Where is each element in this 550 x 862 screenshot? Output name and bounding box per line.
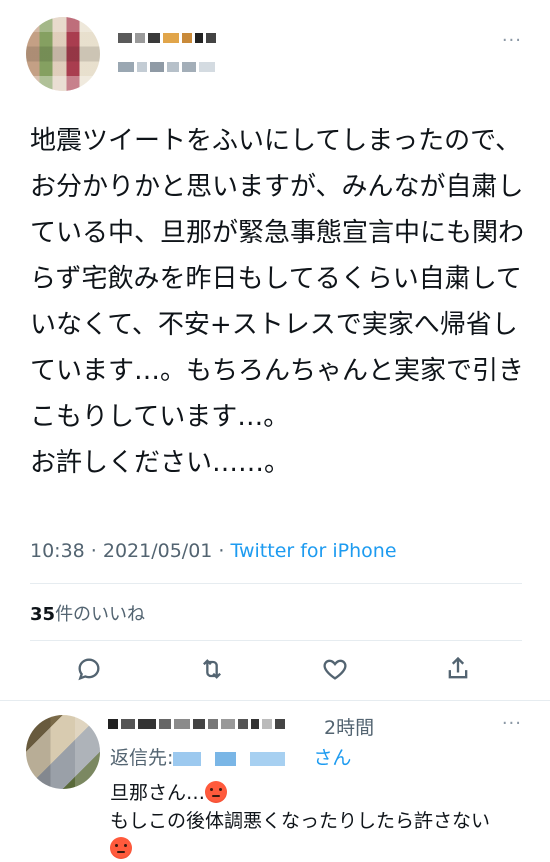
reply-icon[interactable] (75, 655, 107, 687)
angry-face-emoji-icon (110, 837, 132, 859)
replying-to-suffix[interactable]: さん (313, 747, 351, 769)
like-icon[interactable] (321, 655, 353, 687)
display-name-redacted[interactable] (118, 33, 216, 43)
tweet-text: 地震ツイートをふいにしてしまったので、お分かりかと思いますが、みんなが自粛してい… (30, 126, 525, 478)
divider (30, 640, 522, 641)
retweet-icon[interactable] (198, 655, 230, 687)
divider (30, 583, 522, 584)
replying-to-label: 返信先: (110, 747, 174, 769)
tweet-metadata: 10:38 · 2021/05/01 · Twitter for iPhone (30, 540, 397, 562)
more-options-icon[interactable]: ··· (502, 713, 522, 734)
likes-count[interactable]: 35件のいいね (30, 600, 145, 626)
replying-to-user-redacted[interactable] (173, 751, 314, 766)
replying-to: 返信先: さん (110, 743, 351, 770)
main-tweet: ··· 地震ツイートをふいにしてしまったので、お分かりかと思いますが、みんなが自… (0, 0, 550, 701)
tweet-source-link[interactable]: Twitter for iPhone (231, 540, 397, 562)
avatar[interactable] (26, 17, 100, 91)
username-redacted[interactable] (118, 62, 215, 72)
reply-text: 旦那さん… もしこの後体調悪くなったりしたら許さない (110, 779, 530, 862)
reply-author-redacted[interactable] (108, 719, 285, 729)
reply-line-2: もしこの後体調悪くなったりしたら許さない (110, 810, 491, 832)
tweet-actions-bar (0, 655, 550, 687)
likes-number: 35 (30, 604, 56, 625)
more-options-icon[interactable]: ··· (502, 30, 522, 51)
reply-tweet[interactable]: 2時間 ··· 返信先: さん 旦那さん… もしこの後体調悪くなったりしたら許さな… (0, 701, 550, 862)
timestamp[interactable]: 10:38 · 2021/05/01 · (30, 540, 231, 562)
angry-face-emoji-icon (205, 781, 228, 803)
reply-line-1: 旦那さん… (110, 782, 206, 804)
avatar[interactable] (26, 715, 100, 789)
likes-label: 件のいいね (55, 604, 146, 625)
share-icon[interactable] (444, 655, 476, 687)
reply-timestamp[interactable]: 2時間 (324, 713, 374, 740)
